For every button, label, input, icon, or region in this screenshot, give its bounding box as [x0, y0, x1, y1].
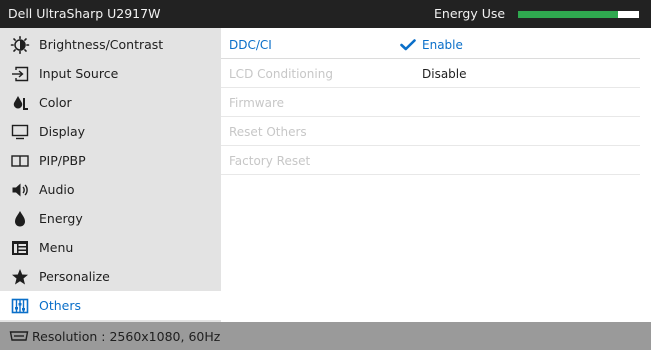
input-source-icon [9, 65, 31, 83]
option-row-factory-reset[interactable]: Factory Reset [221, 146, 640, 175]
display-icon [9, 123, 31, 141]
energy-use-label: Energy Use [434, 6, 506, 21]
option-label: LCD Conditioning [229, 67, 333, 81]
sidebar-item-label: Energy [39, 211, 83, 226]
menu-icon [9, 239, 31, 257]
title-bar: Dell UltraSharp U2917W Energy Use [0, 0, 651, 28]
sidebar-item-others[interactable]: Others [0, 291, 221, 320]
others-submenu: DDC/CI Enable LCD Conditioning Disable F… [221, 28, 651, 322]
option-label: Factory Reset [229, 154, 311, 168]
sidebar-item-input-source[interactable]: Input Source [0, 59, 221, 88]
status-bar: Resolution : 2560x1080, 60Hz [0, 322, 651, 350]
video-connector-icon [9, 330, 29, 342]
option-row-reset-others[interactable]: Reset Others [221, 117, 640, 146]
energy-use-meter [518, 11, 639, 18]
sidebar-item-label: Color [39, 95, 72, 110]
sidebar-item-label: Input Source [39, 66, 119, 81]
energy-icon [9, 210, 31, 228]
star-icon [9, 268, 31, 286]
osd-main-menu: Brightness/Contrast Input Source Color D… [0, 28, 221, 322]
sidebar-item-display[interactable]: Display [0, 117, 221, 146]
option-value-enable[interactable]: Enable [422, 38, 463, 52]
sidebar-item-label: Display [39, 124, 86, 139]
sidebar-item-label: Menu [39, 240, 74, 255]
sidebar-item-label: Others [39, 298, 82, 313]
monitor-model-title: Dell UltraSharp U2917W [8, 6, 161, 21]
option-value-disable[interactable]: Disable [422, 67, 467, 81]
sidebar-item-brightness-contrast[interactable]: Brightness/Contrast [0, 30, 221, 59]
resolution-status-text: Resolution : 2560x1080, 60Hz [32, 328, 221, 344]
others-icon [9, 297, 31, 315]
sidebar-item-label: Personalize [39, 269, 110, 284]
option-row-lcd-conditioning[interactable]: LCD Conditioning Disable [221, 59, 640, 88]
sidebar-item-label: Brightness/Contrast [39, 37, 164, 52]
option-label: DDC/CI [229, 38, 272, 52]
energy-use-meter-fill [518, 11, 619, 18]
pip-pbp-icon [9, 152, 31, 170]
audio-icon [9, 181, 31, 199]
sidebar-item-color[interactable]: Color [0, 88, 221, 117]
option-row-firmware[interactable]: Firmware [221, 88, 640, 117]
option-label: Firmware [229, 96, 284, 110]
option-row-ddc-ci[interactable]: DDC/CI Enable [221, 30, 640, 59]
brightness-icon [9, 35, 31, 54]
sidebar-item-energy[interactable]: Energy [0, 204, 221, 233]
sidebar-item-label: Audio [39, 182, 75, 197]
sidebar-item-audio[interactable]: Audio [0, 175, 221, 204]
checkmark-icon [400, 39, 416, 54]
sidebar-item-menu[interactable]: Menu [0, 233, 221, 262]
sidebar-item-pip-pbp[interactable]: PIP/PBP [0, 146, 221, 175]
sidebar-item-label: PIP/PBP [39, 153, 86, 168]
color-icon [9, 94, 31, 112]
sidebar-item-personalize[interactable]: Personalize [0, 262, 221, 291]
option-label: Reset Others [229, 125, 307, 139]
